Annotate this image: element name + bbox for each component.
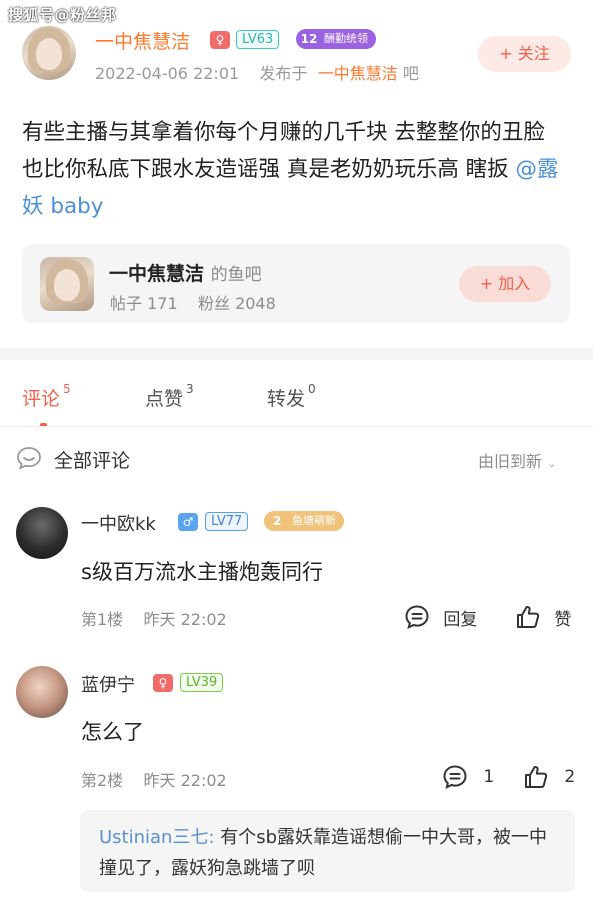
reply-label: 回复 — [443, 609, 478, 630]
commenter-avatar[interactable] — [16, 666, 68, 718]
fan-badge-text: 鱼塘萌新 — [292, 514, 336, 527]
floor-number: 第1楼 — [81, 610, 124, 629]
tab-likes-label: 点赞 — [145, 388, 184, 410]
comment-time: 昨天 22:02 — [143, 610, 227, 629]
posted-in-label: 发布于 — [259, 64, 308, 83]
follow-button[interactable]: + 关注 — [478, 36, 571, 72]
sub-reply-author[interactable]: Ustinian三七: — [99, 827, 215, 848]
reply-icon — [443, 765, 467, 789]
female-gender-icon: ♀ — [210, 31, 230, 49]
tab-likes[interactable]: 点赞 3 — [145, 382, 194, 411]
comments-icon — [17, 447, 41, 470]
tab-reposts-label: 转发 — [267, 388, 306, 410]
level-badge: LV77 — [205, 512, 249, 531]
all-comments-title: 全部评论 — [54, 450, 131, 472]
author-name[interactable]: 一中焦慧洁 — [95, 27, 190, 54]
reply-count: 1 — [483, 767, 495, 787]
sub-reply: Ustinian三七: 有个sb露妖靠造谣想偷一中大哥，被一中撞见了，露妖狗急跳… — [99, 822, 559, 884]
reply-button[interactable]: 回复 — [404, 604, 477, 630]
tabs-divider — [0, 426, 593, 427]
thumbs-up-icon — [517, 605, 540, 628]
male-gender-icon: ♂ — [178, 513, 198, 531]
bar-posts-count: 帖子 171 — [110, 294, 178, 313]
posted-in-bar-link[interactable]: 一中焦慧洁 — [318, 64, 398, 83]
comment-time: 昨天 22:02 — [143, 771, 227, 790]
fan-badge: 2 鱼塘萌新 — [264, 511, 344, 531]
commenter-name[interactable]: 蓝伊宁 — [81, 671, 135, 697]
tab-reposts[interactable]: 转发 0 — [267, 382, 316, 411]
fan-badge-number: 12 — [300, 32, 318, 46]
section-divider — [0, 348, 593, 360]
like-button[interactable]: 赞 — [515, 604, 571, 630]
commenter-avatar[interactable] — [16, 507, 68, 559]
like-label: 赞 — [554, 609, 572, 630]
female-gender-icon: ♀ — [153, 674, 173, 692]
post-timestamp: 2022-04-06 22:01 — [95, 64, 240, 83]
level-badge: LV39 — [180, 673, 224, 692]
watermark: 搜狐号@粉丝邦 — [8, 6, 117, 24]
tab-comments-count: 5 — [63, 382, 71, 396]
fan-badge-text: 酬勤统领 — [324, 32, 368, 45]
reply-button[interactable]: 1 — [442, 764, 494, 790]
reply-icon — [405, 605, 429, 629]
comment-meta: 第1楼 昨天 22:02 — [81, 606, 227, 630]
tab-likes-count: 3 — [186, 382, 194, 396]
fan-badge: 12 酬勤统领 — [296, 29, 376, 49]
sort-order-dropdown[interactable]: 由旧到新 ⌄ — [478, 448, 556, 472]
post-body: 有些主播与其拿着你每个月赚的几千块 去整整你的丑脸 也比你私底下跟水友造谣强 真… — [22, 114, 572, 225]
bar-card-suffix: 的鱼吧 — [210, 265, 262, 285]
thumbs-up-icon — [525, 765, 548, 788]
floor-number: 第2楼 — [81, 771, 124, 790]
comment-text: 怎么了 — [81, 720, 144, 744]
bar-fans-count: 粉丝 2048 — [197, 294, 276, 313]
bar-card-title: 一中焦慧洁 的鱼吧 — [109, 259, 262, 286]
fan-badge-number: 2 — [272, 514, 282, 528]
like-count: 2 — [564, 767, 576, 787]
bar-card-name: 一中焦慧洁 — [109, 263, 205, 285]
sort-order-label: 由旧到新 — [478, 452, 543, 471]
join-button[interactable]: + 加入 — [459, 266, 551, 302]
chevron-down-icon: ⌄ — [547, 457, 557, 470]
tab-comments-label: 评论 — [22, 388, 61, 410]
bar-suffix: 吧 — [402, 64, 419, 83]
post-meta: 2022-04-06 22:01 发布于 一中焦慧洁 吧 — [95, 60, 419, 84]
like-button[interactable]: 2 — [523, 764, 575, 790]
author-avatar[interactable] — [22, 26, 76, 80]
comment-meta: 第2楼 昨天 22:02 — [81, 767, 227, 791]
tab-reposts-count: 0 — [308, 382, 316, 396]
bar-avatar[interactable] — [40, 257, 94, 311]
bar-card-stats: 帖子 171 粉丝 2048 — [110, 290, 276, 314]
tab-comments[interactable]: 评论 5 — [22, 382, 71, 411]
comment-text: s级百万流水主播炮轰同行 — [81, 560, 323, 584]
level-badge: LV63 — [236, 30, 280, 49]
post-text: 有些主播与其拿着你每个月赚的几千块 去整整你的丑脸 也比你私底下跟水友造谣强 真… — [22, 120, 545, 182]
commenter-name[interactable]: 一中欧kk — [81, 510, 156, 536]
